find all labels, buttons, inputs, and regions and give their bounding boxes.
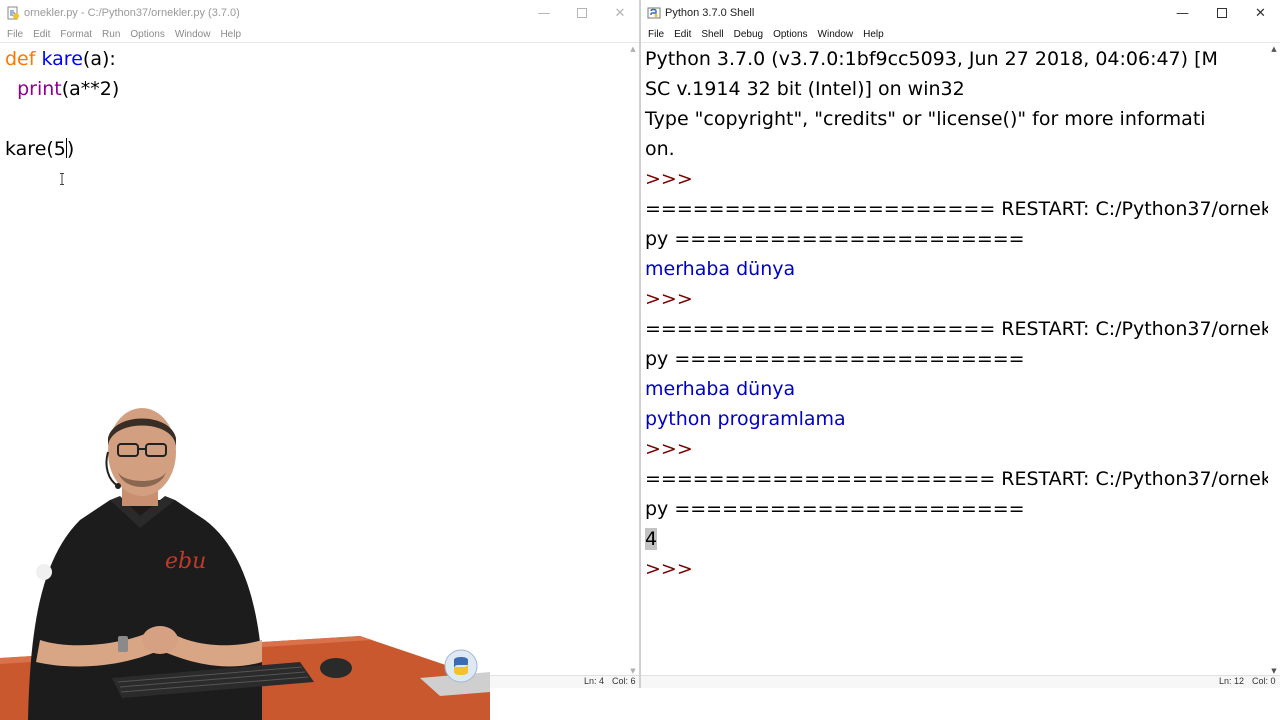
- menu-file[interactable]: File: [643, 29, 669, 40]
- maximize-icon: [1216, 8, 1227, 18]
- shell-prompt: >>>: [645, 558, 699, 580]
- code-line-1: def kare(a):: [5, 44, 116, 74]
- line-number: Ln: 4: [584, 676, 605, 686]
- editor-scrollbar[interactable]: ▲ ▼: [627, 44, 639, 676]
- shell-stdout-line: python programlama: [645, 408, 846, 430]
- shell-output[interactable]: Python 3.7.0 (v3.7.0:1bf9cc5093, Jun 27 …: [641, 44, 1268, 676]
- mouse: [320, 658, 352, 678]
- shell-prompt: >>>: [645, 168, 699, 190]
- shell-restart-line: py ======================: [645, 228, 1025, 250]
- code-line-2: print(a**2): [5, 74, 119, 104]
- shell-output-line: 4: [645, 524, 658, 554]
- svg-text:ebu: ebu: [165, 549, 206, 574]
- column-number: Col: 0: [1252, 676, 1276, 686]
- column-number: Col: 6: [612, 676, 636, 686]
- shell-restart-line: ====================== RESTART: C:/Pytho…: [645, 318, 1268, 340]
- shell-titlebar[interactable]: Python 3.7.0 Shell — ✕: [641, 0, 1280, 26]
- scroll-up-icon[interactable]: ▲: [1268, 44, 1280, 54]
- menu-debug[interactable]: Debug: [729, 29, 768, 40]
- shell-restart-line: py ======================: [645, 498, 1025, 520]
- print-args: (a**2): [61, 78, 120, 100]
- menu-window[interactable]: Window: [170, 29, 216, 40]
- keyword-def: def: [5, 48, 36, 70]
- close-button[interactable]: ✕: [601, 0, 639, 26]
- maximize-icon: [577, 8, 587, 18]
- menu-edit[interactable]: Edit: [28, 29, 55, 40]
- shell-banner-line: SC v.1914 32 bit (Intel)] on win32: [645, 78, 965, 100]
- python-shell-icon: [647, 6, 661, 20]
- code-line-4: kare(5): [5, 134, 74, 164]
- shell-banner-line: on.: [645, 138, 675, 160]
- menu-options[interactable]: Options: [125, 29, 169, 40]
- builtin-print: print: [17, 78, 62, 100]
- editor-titlebar[interactable]: ornekler.py - C:/Python37/ornekler.py (3…: [0, 0, 639, 26]
- close-icon: ✕: [1255, 5, 1266, 21]
- shell-menubar: File Edit Shell Debug Options Window Hel…: [641, 26, 1280, 43]
- shell-prompt: >>>: [645, 438, 699, 460]
- maximize-button[interactable]: [1202, 0, 1241, 26]
- menu-format[interactable]: Format: [55, 29, 97, 40]
- minimize-button[interactable]: —: [1163, 0, 1202, 26]
- close-icon: ✕: [614, 5, 626, 21]
- shell-restart-line: ====================== RESTART: C:/Pytho…: [645, 198, 1268, 220]
- menu-help[interactable]: Help: [858, 29, 889, 40]
- maximize-button[interactable]: [563, 0, 601, 26]
- editor-title: ornekler.py - C:/Python37/ornekler.py (3…: [24, 7, 240, 19]
- ibeam-cursor-icon: [60, 173, 64, 185]
- menu-options[interactable]: Options: [768, 29, 812, 40]
- shell-banner-line: Type "copyright", "credits" or "license(…: [645, 108, 1206, 130]
- video-bottom-margin: [490, 688, 1280, 720]
- python-logo-icon: [444, 649, 478, 683]
- shell-title: Python 3.7.0 Shell: [665, 7, 755, 19]
- shell-restart-line: ====================== RESTART: C:/Pytho…: [645, 468, 1268, 490]
- shell-scrollbar[interactable]: ▲ ▼: [1268, 44, 1280, 676]
- menu-window[interactable]: Window: [813, 29, 859, 40]
- function-name: kare: [41, 48, 83, 70]
- menu-shell[interactable]: Shell: [696, 29, 728, 40]
- menu-run[interactable]: Run: [97, 29, 125, 40]
- scroll-up-icon[interactable]: ▲: [627, 44, 639, 54]
- shell-stdout-line: merhaba dünya: [645, 378, 796, 400]
- shell-statusbar: Ln: 12 Col: 0: [641, 675, 1280, 688]
- shell-prompt: >>>: [645, 288, 699, 310]
- line-number: Ln: 12: [1219, 676, 1245, 686]
- idle-file-icon: [6, 6, 20, 20]
- selected-output: 4: [645, 528, 658, 550]
- editor-menubar: File Edit Format Run Options Window Help: [0, 26, 639, 43]
- shell-banner-line: Python 3.7.0 (v3.7.0:1bf9cc5093, Jun 27 …: [645, 48, 1218, 70]
- shell-window: Python 3.7.0 Shell — ✕ File Edit Shell D…: [640, 0, 1280, 688]
- shell-restart-line: py ======================: [645, 348, 1025, 370]
- call-text: kare(5: [5, 138, 66, 160]
- function-params: (a):: [82, 48, 116, 70]
- minimize-button[interactable]: —: [525, 0, 563, 26]
- presenter-video-overlay: ebu: [0, 408, 490, 720]
- menu-edit[interactable]: Edit: [669, 29, 696, 40]
- minimize-icon: —: [537, 5, 551, 21]
- menu-help[interactable]: Help: [215, 29, 246, 40]
- shell-stdout-line: merhaba dünya: [645, 258, 796, 280]
- call-close-paren: ): [66, 138, 75, 160]
- menu-file[interactable]: File: [2, 29, 28, 40]
- minimize-icon: —: [1176, 5, 1189, 21]
- close-button[interactable]: ✕: [1241, 0, 1280, 26]
